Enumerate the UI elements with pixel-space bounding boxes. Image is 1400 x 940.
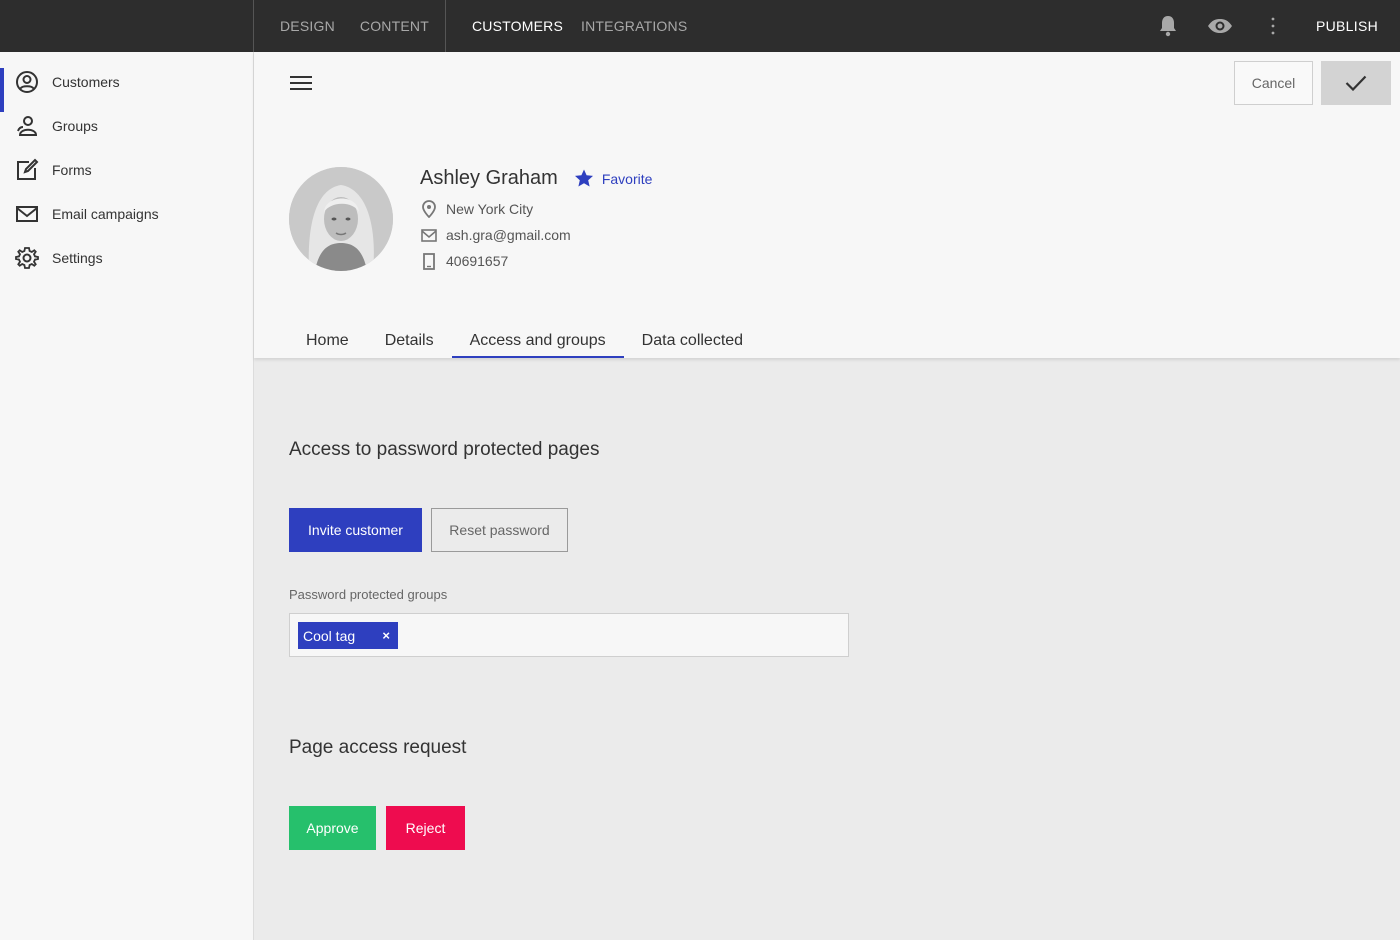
customer-header: Cancel Ashley Graham Favorite New York C… [254,52,1400,358]
brand-area [0,0,254,52]
approve-button[interactable]: Approve [289,806,376,850]
request-section-title: Page access request [289,737,467,758]
top-nav-primary: DESIGN CONTENT [254,0,446,52]
group-tag-label: Cool tag [303,627,356,644]
sidebar-item-label: Settings [52,250,103,266]
location-row: New York City [420,200,533,218]
customer-phone: 40691657 [446,253,509,269]
sidebar-item-forms[interactable]: Forms [0,148,253,192]
group-icon [14,113,40,139]
location-pin-icon [420,200,438,218]
email-row: ash.gra@gmail.com [420,226,571,244]
access-section-title: Access to password protected pages [289,439,600,460]
remove-tag-icon[interactable]: × [382,628,390,643]
avatar [289,167,393,271]
user-circle-icon [14,69,40,95]
publish-button[interactable]: PUBLISH [1316,0,1378,52]
reset-password-button[interactable]: Reset password [431,508,568,552]
confirm-button[interactable] [1321,61,1391,105]
sidebar-item-groups[interactable]: Groups [0,104,253,148]
tab-access-and-groups[interactable]: Access and groups [451,324,624,358]
mail-icon [14,201,40,227]
customer-email[interactable]: ash.gra@gmail.com [446,227,571,243]
favorite-label: Favorite [601,170,653,187]
nav-customers[interactable]: CUSTOMERS [472,18,563,34]
star-icon [574,169,593,187]
customer-name: Ashley Graham [420,167,558,189]
sidebar: Customers Groups Forms Email campaigns S… [0,52,254,940]
customer-location: New York City [446,201,534,217]
sidebar-item-email-campaigns[interactable]: Email campaigns [0,192,253,236]
customer-tabs: Home Details Access and groups Data coll… [288,324,761,358]
sidebar-item-settings[interactable]: Settings [0,236,253,280]
eye-icon[interactable] [1207,13,1233,39]
access-groups-panel: Access to password protected pages Invit… [254,358,1400,940]
sidebar-item-label: Email campaigns [52,206,159,222]
tab-home[interactable]: Home [288,324,367,358]
check-icon [1345,75,1367,91]
reject-button[interactable]: Reject [386,806,465,850]
nav-integrations[interactable]: INTEGRATIONS [581,18,687,34]
menu-icon[interactable] [290,72,314,96]
mail-icon [420,226,438,244]
sidebar-item-label: Forms [52,162,92,178]
top-bar: DESIGN CONTENT CUSTOMERS INTEGRATIONS PU… [0,0,1400,52]
top-nav-secondary: CUSTOMERS INTEGRATIONS [446,0,712,52]
more-vertical-icon[interactable] [1260,13,1286,39]
group-tag: Cool tag × [298,622,398,649]
sidebar-item-label: Customers [52,74,120,90]
tab-details[interactable]: Details [367,324,452,358]
nav-design[interactable]: DESIGN [280,18,335,34]
cancel-button[interactable]: Cancel [1234,61,1313,105]
groups-tag-input[interactable]: Cool tag × [289,613,849,657]
gear-icon [14,245,40,271]
customer-name-row: Ashley Graham Favorite [420,167,652,190]
tab-data-collected[interactable]: Data collected [624,324,761,358]
nav-content[interactable]: CONTENT [360,18,429,34]
phone-icon [420,252,438,270]
invite-customer-button[interactable]: Invite customer [289,508,422,552]
phone-row: 40691657 [420,252,508,270]
edit-form-icon [14,157,40,183]
sidebar-item-customers[interactable]: Customers [0,60,253,112]
groups-field-label: Password protected groups [289,587,448,602]
bell-icon[interactable] [1155,13,1181,39]
favorite-button[interactable]: Favorite [574,169,653,188]
sidebar-item-label: Groups [52,118,98,134]
